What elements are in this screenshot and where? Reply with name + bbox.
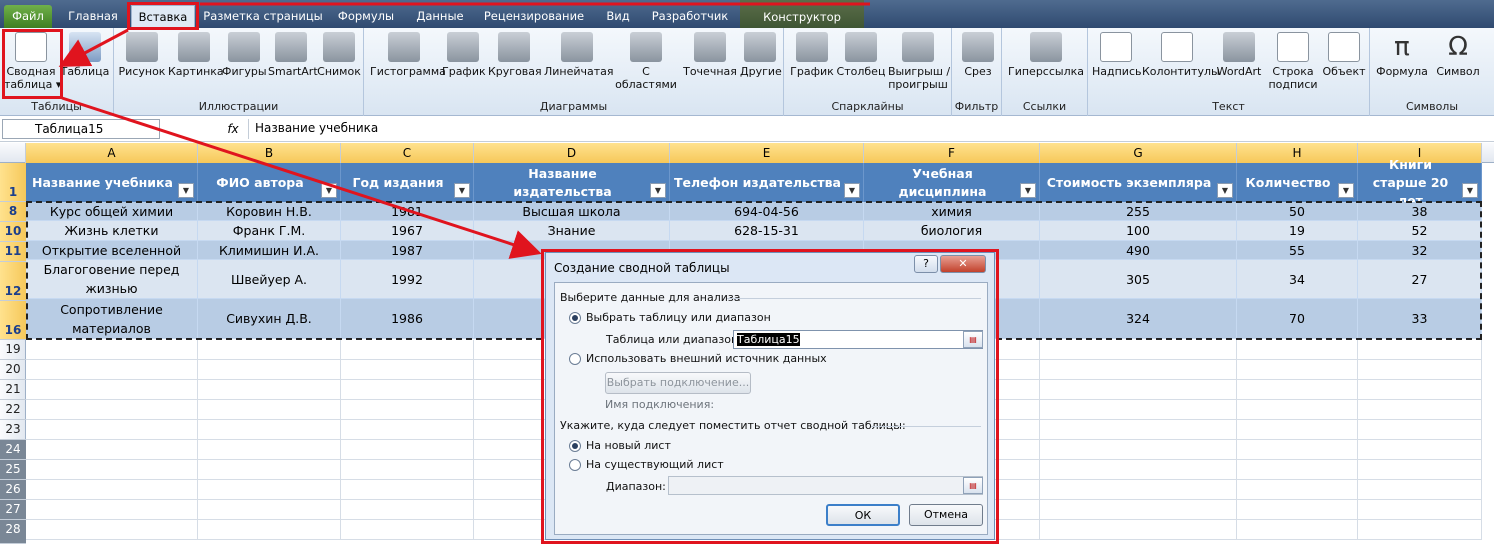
annotation-arrows: [58, 2, 870, 259]
arrow-to-dialog: [61, 96, 542, 259]
arrow-to-pivot-button: [58, 28, 129, 67]
